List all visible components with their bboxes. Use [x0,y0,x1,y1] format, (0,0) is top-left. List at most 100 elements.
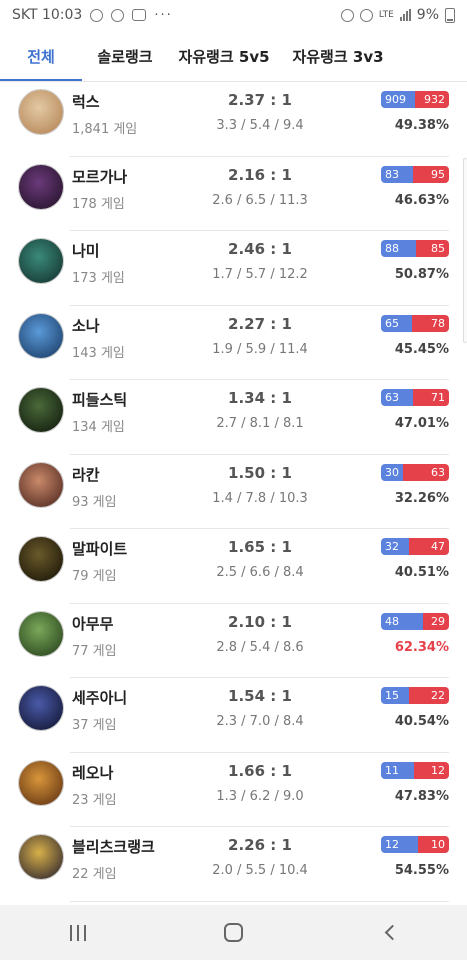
recents-button[interactable] [48,913,108,953]
win-loss-bar: 32 47 [381,538,449,555]
back-icon [384,924,400,941]
win-loss-bar: 63 71 [381,389,449,406]
wins-count: 15 [381,687,409,704]
win-rate: 40.51% [394,565,449,580]
champion-name: 소나 [72,316,100,335]
chat-icon [111,8,125,22]
champion-row[interactable]: 나미 173 게임 2.46 : 1 1.7 / 5.7 / 12.2 88 85 50.8… [0,231,467,306]
win-rate: 40.54% [394,714,449,729]
wins-count: 48 [381,612,424,630]
games-played: 178 게임 [72,196,125,212]
kda-average: 1.3 / 6.2 / 9.0 [216,788,304,804]
champion-portrait [18,312,64,359]
games-played: 173 게임 [72,271,125,286]
champion-row[interactable]: 레오나 23 게임 1.66 : 1 1.3 / 6.2 / 9.0 11 12 47.83… [0,753,467,827]
win-rate: 32.26% [394,490,449,506]
win-rate: 49.38% [394,118,449,133]
kda-average: 1.4 / 7.8 / 10.3 [212,490,308,506]
tab-flex-5v5[interactable]: 자유랭크 5v5 [168,30,280,82]
kda-average: 1.9 / 5.9 / 11.4 [212,341,308,357]
wins-count: 909 [381,91,415,108]
kda-ratio: 2.27 : 1 [228,314,292,333]
win-loss-bar: 30 63 [381,463,449,481]
champion-name: 아무무 [72,614,114,633]
home-button[interactable] [203,913,263,953]
win-rate: 50.87% [394,267,449,282]
tab-solo-rank[interactable]: 솔로랭크 [82,30,168,82]
carrier-time: SKT 10:03 [12,7,83,23]
champion-name: 세주아니 [72,689,128,707]
battery-icon [445,7,455,23]
kda-ratio: 2.46 : 1 [228,240,292,258]
win-rate: 62.34% [394,639,449,655]
champion-name: 블리츠크랭크 [72,838,155,856]
champion-portrait [18,163,64,210]
kda-average: 3.3 / 5.4 / 9.4 [216,118,304,133]
wins-count: 32 [381,538,409,555]
champion-portrait [18,610,64,657]
win-loss-bar: 83 95 [381,165,449,183]
kda-average: 1.7 / 5.7 / 12.2 [212,267,308,282]
champion-name: 라칸 [72,465,100,484]
kda-average: 2.5 / 6.6 / 8.4 [216,565,304,580]
status-bar: SKT 10:03 ··· LTE 9% [0,0,467,30]
row-divider [70,900,449,902]
rank-tabs: 전체 솔로랭크 자유랭크 5v5 자유랭크 3v3 [0,30,467,82]
signal-icon [399,9,411,21]
losses-count: 85 [415,240,449,257]
champion-row[interactable]: 세주아니 37 게임 1.54 : 1 2.3 / 7.0 / 8.4 15 22 40.5… [0,678,467,753]
champion-name: 피들스틱 [72,391,128,409]
win-loss-bar: 909 932 [381,91,449,108]
losses-count: 10 [418,836,449,853]
alarm-icon [340,8,354,22]
champion-row[interactable]: 소나 143 게임 2.27 : 1 1.9 / 5.9 / 11.4 65 78 45.4… [0,306,467,380]
wins-count: 30 [381,463,403,481]
network-type: LTE [378,10,394,20]
win-rate: 54.55% [394,863,449,878]
mute-icon [359,8,373,22]
games-played: 134 게임 [72,420,125,435]
kda-average: 2.3 / 7.0 / 8.4 [216,714,304,729]
champion-row[interactable]: 말파이트 79 게임 1.65 : 1 2.5 / 6.6 / 8.4 32 47 40.5… [0,529,467,604]
champion-name: 나미 [72,242,100,260]
losses-count: 71 [412,389,449,406]
wins-count: 63 [381,389,413,406]
kda-average: 2.8 / 5.4 / 8.6 [216,639,304,655]
image-icon [132,9,147,21]
champion-row[interactable]: 아무무 77 게임 2.10 : 1 2.8 / 5.4 / 8.6 48 29 62.34… [0,604,467,678]
back-button[interactable] [359,913,419,953]
losses-count: 47 [408,538,449,555]
more-notifications: ··· [154,7,173,23]
losses-count: 63 [402,463,449,481]
kda-ratio: 1.65 : 1 [228,538,292,556]
win-loss-bar: 11 12 [381,761,449,779]
kda-ratio: 1.34 : 1 [228,389,292,407]
games-played: 22 게임 [72,867,117,882]
win-loss-bar: 48 29 [381,612,449,630]
games-played: 1,841 게임 [72,122,138,137]
champion-portrait [18,834,64,880]
champion-row[interactable]: 라칸 93 게임 1.50 : 1 1.4 / 7.8 / 10.3 30 63 32.26… [0,455,467,529]
tab-flex-3v3[interactable]: 자유랭크 3v3 [282,30,394,82]
champion-name: 모르가나 [72,167,128,186]
champion-row[interactable]: 럭스 1,841 게임 2.37 : 1 3.3 / 5.4 / 9.4 909 932 4… [0,82,467,157]
win-rate: 47.01% [394,416,449,431]
kda-average: 2.6 / 6.5 / 11.3 [212,192,308,208]
wins-count: 65 [381,314,412,332]
champion-portrait [18,387,64,433]
champion-row[interactable]: 피들스틱 134 게임 1.34 : 1 2.7 / 8.1 / 8.1 63 71 47.… [0,380,467,455]
champion-portrait [18,238,64,284]
champion-portrait [18,759,64,806]
kda-ratio: 1.54 : 1 [228,687,292,705]
win-loss-bar: 15 22 [381,687,449,704]
win-rate: 47.83% [394,788,449,804]
champion-list[interactable]: 럭스 1,841 게임 2.37 : 1 3.3 / 5.4 / 9.4 909 932 4… [0,82,467,905]
champion-row[interactable]: 블리츠크랭크 22 게임 2.26 : 1 2.0 / 5.5 / 10.4 12 10 5… [0,827,467,902]
tab-all[interactable]: 전체 [0,30,82,82]
link-icon [90,8,104,22]
champion-row[interactable]: 모르가나 178 게임 2.16 : 1 2.6 / 6.5 / 11.3 83 95 46… [0,157,467,231]
wins-count: 83 [381,165,413,183]
win-loss-bar: 88 85 [381,240,449,257]
champion-portrait [18,89,64,135]
battery-percent: 9% [416,7,439,23]
